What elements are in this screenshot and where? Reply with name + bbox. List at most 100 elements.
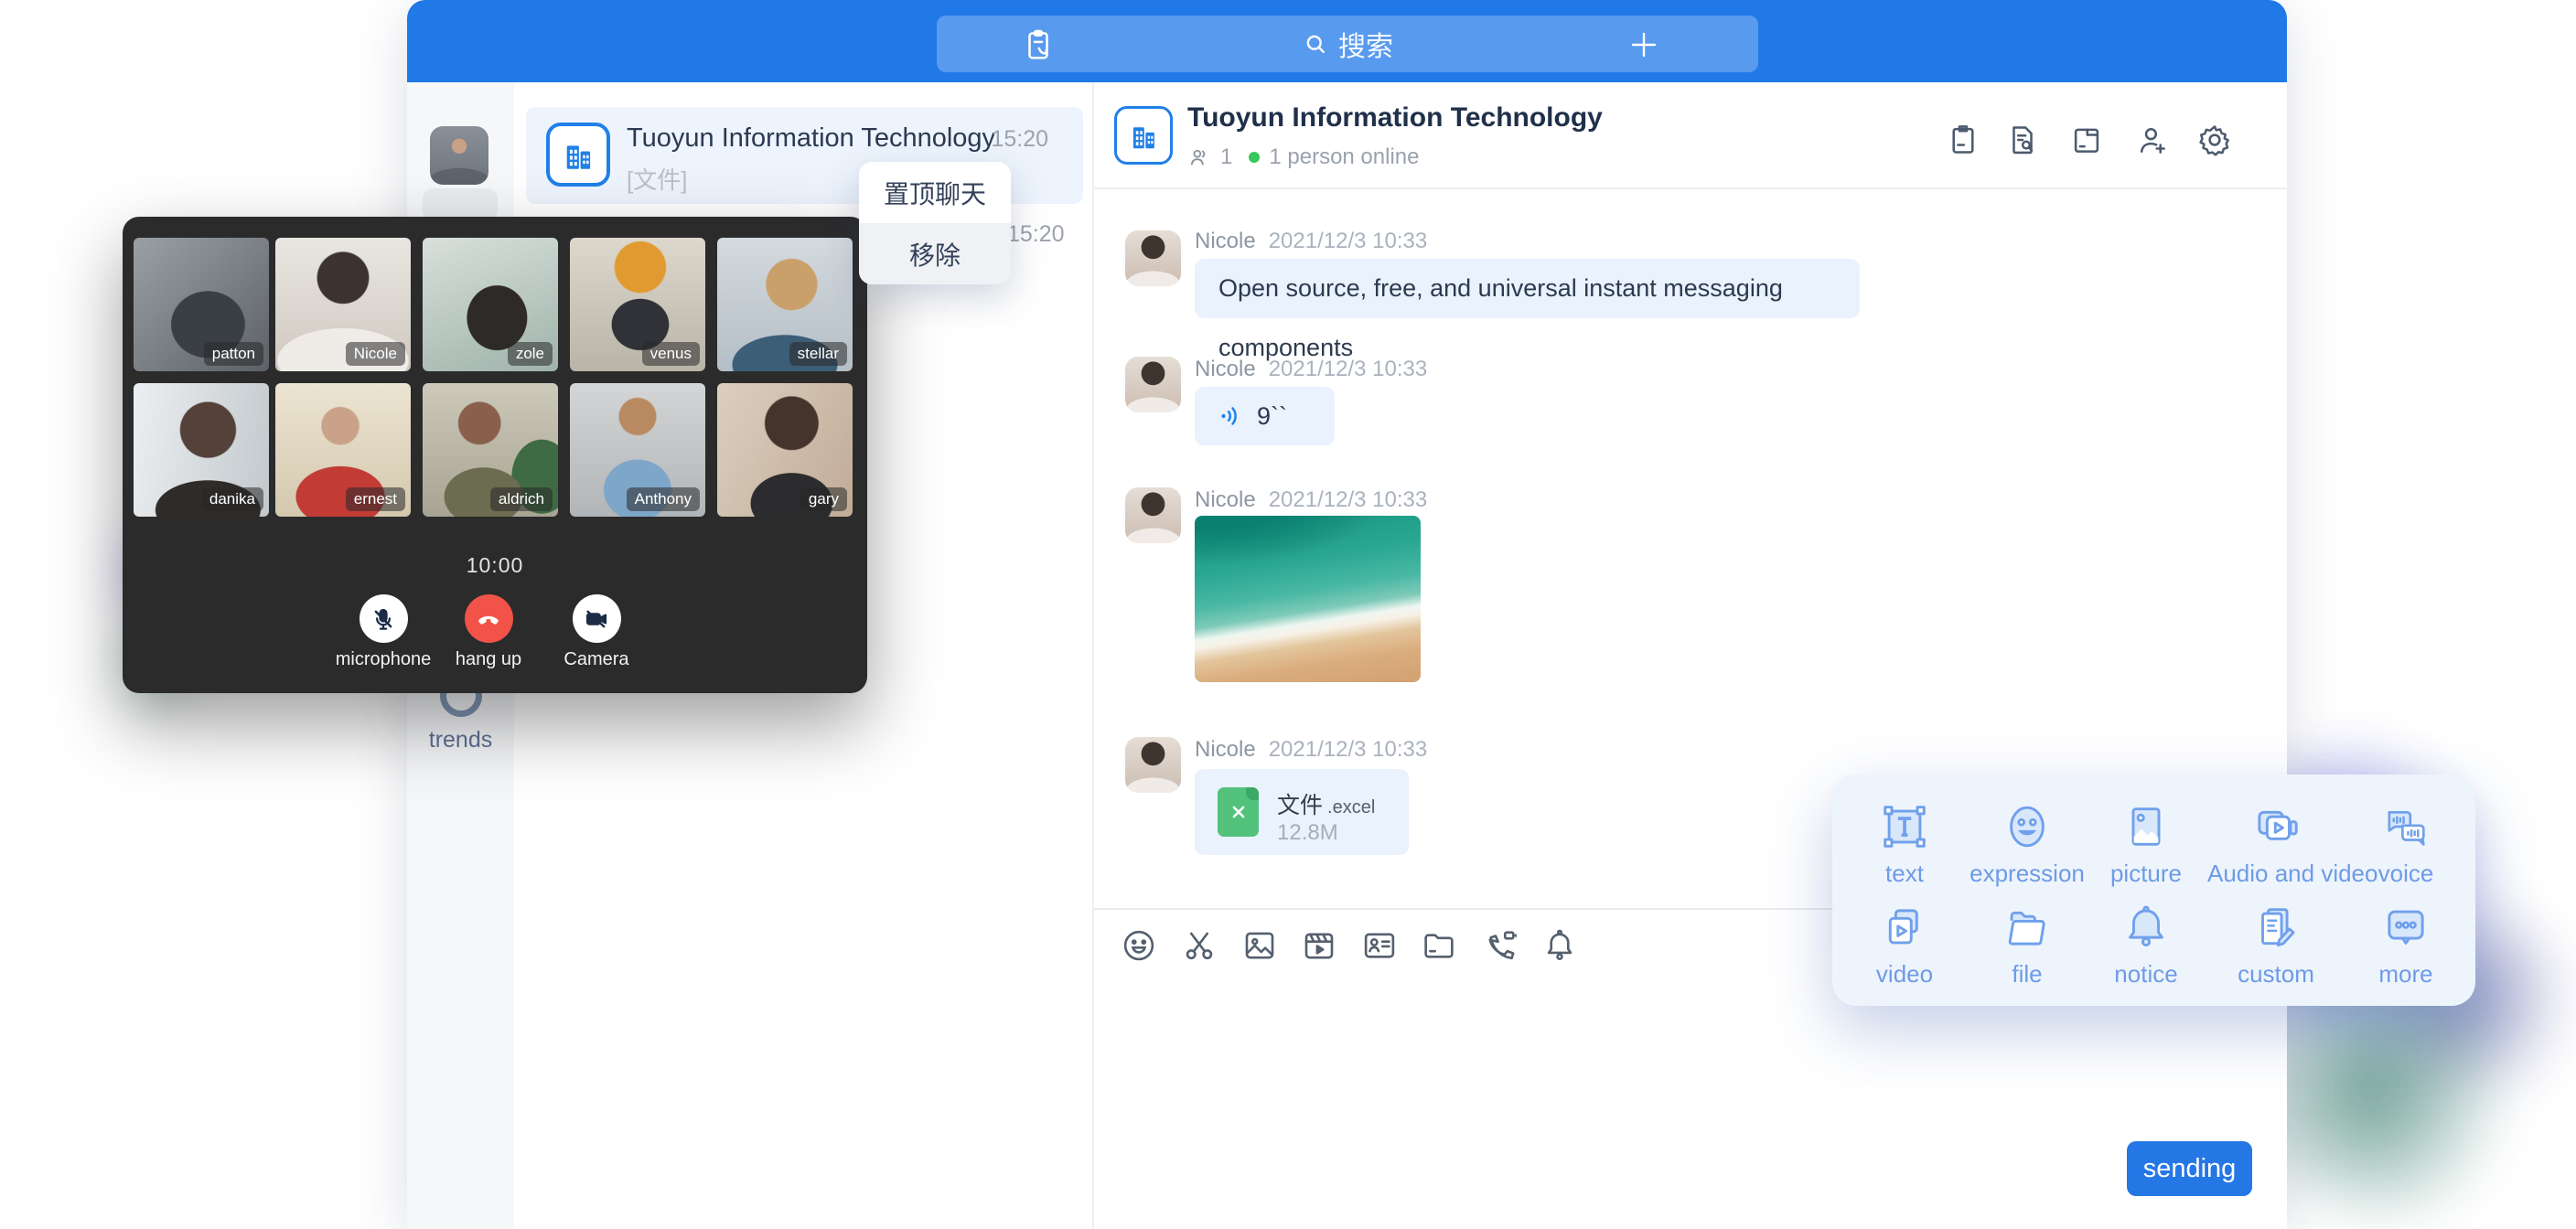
- feature-label: notice: [2077, 960, 2215, 989]
- notice-bell-icon: [2119, 900, 2174, 955]
- files-icon[interactable]: [2069, 123, 2104, 157]
- sender-name: Nicole: [1195, 737, 1256, 762]
- feature-notice[interactable]: notice: [2077, 900, 2215, 989]
- camera-control[interactable]: Camera: [532, 594, 660, 670]
- sender-name: Nicole: [1195, 229, 1256, 253]
- video-participant-tile[interactable]: zole: [423, 238, 558, 371]
- picture-icon[interactable]: [1240, 926, 1279, 965]
- chat-member-status: 1 1 person online: [1187, 144, 1419, 170]
- online-dot: [1249, 152, 1260, 163]
- video-participant-tile[interactable]: patton: [134, 238, 269, 371]
- participant-name: venus: [642, 342, 700, 366]
- file-size: 12.8M: [1277, 820, 1338, 846]
- sender-name: Nicole: [1195, 487, 1256, 512]
- add-member-icon[interactable]: [2135, 123, 2170, 157]
- emoji-icon[interactable]: [1120, 926, 1158, 965]
- message-search-icon[interactable]: [2005, 123, 2040, 157]
- conversation-last-message: [文件]: [627, 162, 687, 196]
- message-text: Open source, free, and universal instant…: [1218, 274, 1783, 361]
- sender-avatar[interactable]: [1125, 357, 1181, 412]
- feature-voice[interactable]: voice: [2337, 799, 2474, 888]
- image-message-beach[interactable]: [1195, 516, 1421, 682]
- voice-duration: 9``: [1257, 402, 1287, 431]
- video-participant-tile[interactable]: stellar: [717, 238, 853, 371]
- camera-label: Camera: [532, 649, 660, 670]
- call-history-icon[interactable]: [1946, 123, 1980, 157]
- video-participant-tile[interactable]: Nicole: [275, 238, 411, 371]
- menu-item-pin-chat[interactable]: 置顶聊天: [859, 162, 1011, 223]
- user-avatar[interactable]: [430, 126, 488, 185]
- send-button[interactable]: sending: [2127, 1141, 2252, 1196]
- video-participant-tile[interactable]: ernest: [275, 383, 411, 517]
- message-meta: Nicole 2021/12/3 10:33: [1195, 357, 1427, 382]
- file-message-bubble[interactable]: 文件.excel 12.8M: [1195, 769, 1409, 855]
- video-participant-tile[interactable]: gary: [717, 383, 853, 517]
- participant-name: Anthony: [627, 487, 700, 511]
- video-participant-tile[interactable]: aldrich: [423, 383, 558, 517]
- participant-name: patton: [204, 342, 263, 366]
- feature-text[interactable]: text: [1836, 799, 1973, 888]
- participant-name: gary: [800, 487, 847, 511]
- more-icon: [2378, 900, 2433, 955]
- feature-custom[interactable]: custom: [2207, 900, 2345, 989]
- chat-panel: Tuoyun Information Technology 1 1 person…: [1094, 82, 2287, 1229]
- chat-header: Tuoyun Information Technology 1 1 person…: [1094, 82, 2287, 189]
- notification-bell-icon[interactable]: [1540, 926, 1579, 965]
- text-message-bubble[interactable]: Open source, free, and universal instant…: [1195, 259, 1860, 318]
- menu-item-remove[interactable]: 移除: [859, 223, 1011, 284]
- contact-card-icon[interactable]: [1360, 926, 1399, 965]
- video-call-icon[interactable]: [1481, 926, 1519, 965]
- feature-file[interactable]: file: [1959, 900, 2096, 989]
- voice-message-bubble[interactable]: 9``: [1195, 387, 1335, 445]
- feature-picture[interactable]: picture: [2077, 799, 2215, 888]
- expression-icon: [2000, 799, 2055, 854]
- settings-gear-icon[interactable]: [2197, 123, 2232, 157]
- hang-up-icon[interactable]: [465, 594, 513, 643]
- feature-label: file: [1959, 960, 2096, 989]
- video-call-overlay: patton Nicole zole venus stellar danika …: [123, 217, 867, 693]
- search-icon: [1302, 30, 1329, 58]
- screenshot-scissors-icon[interactable]: [1180, 926, 1218, 965]
- video-participant-tile[interactable]: danika: [134, 383, 269, 517]
- file-extension: .excel: [1327, 797, 1375, 818]
- feature-label: video: [1836, 960, 1973, 989]
- feature-label: voice: [2337, 860, 2474, 888]
- sender-avatar[interactable]: [1125, 737, 1181, 793]
- folder-icon[interactable]: [1420, 926, 1458, 965]
- feature-more[interactable]: more: [2337, 900, 2474, 989]
- message-meta: Nicole 2021/12/3 10:33: [1195, 487, 1427, 513]
- camera-muted-icon[interactable]: [573, 594, 621, 643]
- member-count: 1: [1220, 144, 1232, 170]
- feature-expression[interactable]: expression: [1959, 799, 2096, 888]
- audio-video-icon: [2249, 799, 2303, 854]
- feature-label: picture: [2077, 860, 2215, 888]
- participant-name: Nicole: [346, 342, 405, 366]
- message-time: 2021/12/3 10:33: [1269, 737, 1428, 762]
- message-meta: Nicole 2021/12/3 10:33: [1195, 737, 1427, 763]
- organization-icon: [1114, 106, 1173, 165]
- message-time: 2021/12/3 10:33: [1269, 487, 1428, 512]
- voice-feature-icon: [2378, 799, 2433, 854]
- video-participant-tile[interactable]: Anthony: [570, 383, 705, 517]
- chat-title: Tuoyun Information Technology: [1187, 102, 1603, 134]
- page: 搜索 trends: [0, 0, 2576, 1229]
- microphone-muted-icon[interactable]: [360, 594, 408, 643]
- online-status: 1 person online: [1269, 144, 1419, 170]
- add-icon[interactable]: [1627, 28, 1660, 61]
- sender-avatar[interactable]: [1125, 487, 1181, 543]
- excel-file-icon: [1218, 787, 1259, 837]
- feature-video[interactable]: video: [1836, 900, 1973, 989]
- feature-audio-video[interactable]: Audio and video: [2207, 799, 2345, 888]
- video-feature-icon: [1877, 900, 1932, 955]
- conversation-context-menu: 置顶聊天 移除: [859, 162, 1011, 284]
- search-bar[interactable]: 搜索: [937, 16, 1758, 72]
- video-participant-tile[interactable]: venus: [570, 238, 705, 371]
- video-clip-icon[interactable]: [1300, 926, 1338, 965]
- message-time: 2021/12/3 10:33: [1269, 357, 1428, 381]
- top-bar: 搜索: [407, 0, 2287, 82]
- call-timer: 10:00: [123, 553, 867, 578]
- sender-name: Nicole: [1195, 357, 1256, 381]
- sender-avatar[interactable]: [1125, 230, 1181, 286]
- participant-name: ernest: [346, 487, 405, 511]
- organization-icon: [546, 123, 610, 187]
